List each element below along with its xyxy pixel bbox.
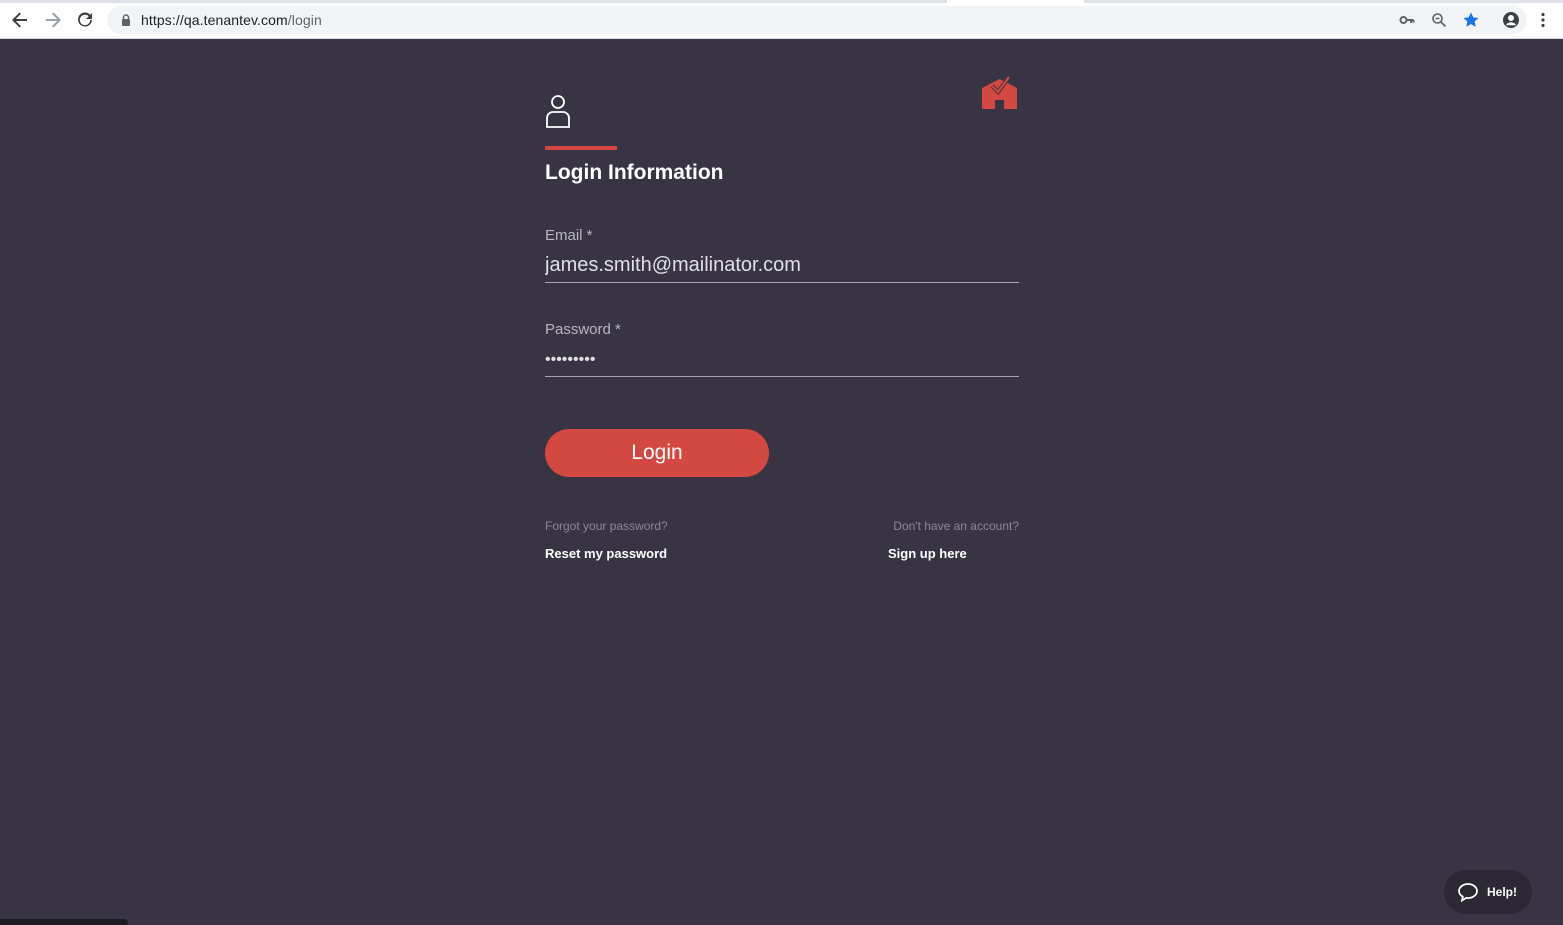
profile-icon[interactable] <box>1499 8 1523 32</box>
reset-password-link[interactable]: Reset my password <box>545 546 667 561</box>
password-field[interactable] <box>545 343 1019 377</box>
chat-bubble-icon <box>1458 883 1478 902</box>
menu-dots-icon[interactable] <box>1531 8 1555 32</box>
url-path: /login <box>287 12 322 28</box>
forgot-password-hint: Forgot your password? <box>545 519 668 533</box>
reload-icon[interactable] <box>73 8 97 32</box>
signup-hint: Don't have an account? <box>893 519 1019 533</box>
password-field-group: Password * <box>545 321 1019 381</box>
signup-link[interactable]: Sign up here <box>888 546 967 561</box>
zoom-icon[interactable] <box>1429 10 1449 30</box>
address-bar[interactable]: https://qa.tenantev.com/login <box>107 6 1527 34</box>
brand-logo-icon <box>982 75 1017 109</box>
key-icon[interactable] <box>1397 10 1417 30</box>
password-label: Password * <box>545 321 621 338</box>
url-host: https://qa.tenantev.com <box>141 12 288 28</box>
help-label: Help! <box>1487 885 1517 899</box>
email-field-group: Email * <box>545 227 1019 287</box>
title-accent-line <box>545 146 617 150</box>
back-arrow-icon[interactable] <box>8 8 32 32</box>
page-title: Login Information <box>545 161 724 184</box>
browser-toolbar: https://qa.tenantev.com/login <box>0 0 1563 39</box>
star-icon[interactable] <box>1461 10 1481 30</box>
forward-arrow-icon[interactable] <box>41 8 65 32</box>
lock-icon <box>122 14 130 26</box>
email-label: Email * <box>545 227 593 244</box>
email-field[interactable] <box>545 249 1019 283</box>
login-button[interactable]: Login <box>545 429 769 477</box>
user-icon <box>546 95 570 128</box>
help-button[interactable]: Help! <box>1444 870 1532 914</box>
tab-strip <box>0 0 1563 3</box>
active-tab-indicator <box>947 0 1084 3</box>
url-text[interactable]: https://qa.tenantev.com/login <box>141 12 322 28</box>
status-bar <box>0 919 128 925</box>
